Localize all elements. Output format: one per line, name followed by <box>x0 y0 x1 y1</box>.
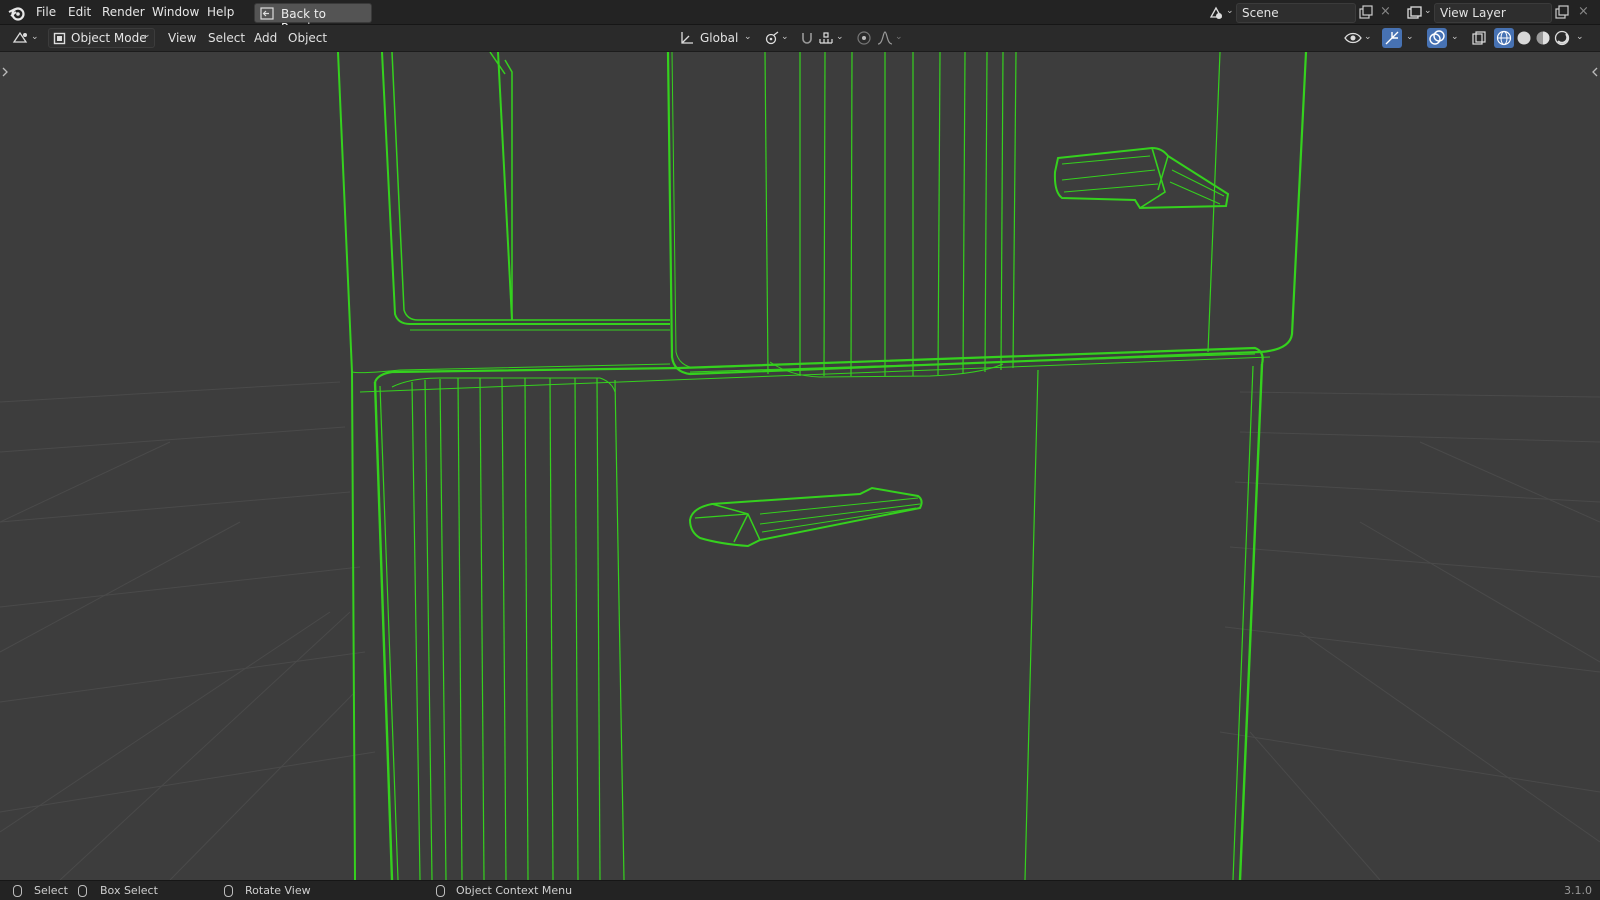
status-bar: Select Box Select Rotate View Object Con… <box>0 880 1600 900</box>
mouse-left-icon <box>13 885 22 897</box>
scene-name-field[interactable]: Scene <box>1236 3 1356 23</box>
gizmo-icon <box>1385 31 1399 45</box>
gizmo-toggle-button[interactable] <box>1382 28 1402 48</box>
remove-scene-icon[interactable]: × <box>1380 4 1391 19</box>
scene-icon[interactable] <box>1208 5 1224 21</box>
fridge-upper-door <box>666 52 1308 378</box>
top-bar: File Edit Render Window Help Back to Pre… <box>0 0 1600 35</box>
object-mode-chevron-icon: ⌄ <box>143 30 151 40</box>
falloff-icon[interactable] <box>877 30 893 46</box>
status-rotate-view-label: Rotate View <box>245 884 311 897</box>
transform-orientation-label[interactable]: Global <box>700 31 738 45</box>
scene-dropdown-chevron-icon[interactable]: ⌄ <box>1226 6 1234 16</box>
back-to-previous-button[interactable]: Back to Previous <box>254 3 372 35</box>
lower-door-handle <box>688 486 923 548</box>
transform-orientation-icon[interactable] <box>679 30 695 46</box>
menu-render[interactable]: Render <box>102 5 145 19</box>
editor-type-chevron-icon[interactable]: ⌄ <box>31 32 39 42</box>
view-layer-name-field[interactable]: View Layer <box>1434 3 1552 23</box>
upper-door-handle <box>1053 146 1230 210</box>
back-icon <box>260 7 274 20</box>
pivot-point-icon[interactable] <box>764 30 780 46</box>
view-layer-icon[interactable] <box>1406 5 1422 21</box>
mouse-left-drag-icon <box>78 885 87 897</box>
shading-wireframe-button[interactable] <box>1494 28 1514 48</box>
object-mode-icon <box>53 32 66 45</box>
header-menu-select[interactable]: Select <box>208 31 245 45</box>
snap-icon[interactable] <box>799 30 815 46</box>
scene-name-label: Scene <box>1242 6 1279 20</box>
visibility-eye-icon[interactable] <box>1344 30 1362 46</box>
toolbar-expand-arrow-icon[interactable] <box>2 67 8 77</box>
object-mode-dropdown[interactable]: Object Mode ⌄ <box>48 28 155 48</box>
overlays-chevron-icon[interactable]: ⌄ <box>1451 32 1459 42</box>
status-context-menu-label: Object Context Menu <box>456 884 573 897</box>
menu-window[interactable]: Window <box>152 5 199 19</box>
shading-chevron-icon[interactable]: ⌄ <box>1576 32 1584 42</box>
viewport-header: ⌄ Object Mode ⌄ View Select Add Object G… <box>0 25 1600 52</box>
shading-material-icon[interactable] <box>1535 30 1551 46</box>
menu-edit[interactable]: Edit <box>68 5 91 19</box>
menu-file[interactable]: File <box>36 5 56 19</box>
wireframe-sphere-icon <box>1496 30 1512 46</box>
shading-rendered-icon[interactable] <box>1554 30 1570 46</box>
version-label: 3.1.0 <box>1564 884 1592 897</box>
fridge-lower-door <box>373 363 1264 880</box>
orientation-chevron-icon[interactable]: ⌄ <box>744 32 752 42</box>
gizmo-chevron-icon[interactable]: ⌄ <box>1406 32 1414 42</box>
view-layer-dropdown-chevron-icon[interactable]: ⌄ <box>1424 6 1432 16</box>
new-scene-icon[interactable] <box>1358 5 1373 20</box>
header-menu-add[interactable]: Add <box>254 31 277 45</box>
blender-logo-icon[interactable] <box>8 4 26 22</box>
grid-floor <box>0 381 1600 880</box>
view-layer-name-label: View Layer <box>1440 6 1506 20</box>
snap-target-icon[interactable] <box>818 30 834 46</box>
3d-viewport[interactable] <box>0 52 1600 880</box>
xray-toggle-icon[interactable] <box>1471 30 1487 46</box>
pivot-chevron-icon[interactable]: ⌄ <box>781 32 789 42</box>
editor-type-icon[interactable] <box>12 30 30 46</box>
shading-solid-icon[interactable] <box>1516 30 1532 46</box>
snap-chevron-icon[interactable]: ⌄ <box>836 32 844 42</box>
header-menu-view[interactable]: View <box>168 31 196 45</box>
mouse-middle-icon <box>224 885 233 897</box>
overlays-toggle-button[interactable] <box>1427 28 1447 48</box>
header-menu-object[interactable]: Object <box>288 31 327 45</box>
falloff-chevron-icon[interactable]: ⌄ <box>895 32 903 42</box>
viewport-canvas[interactable] <box>0 52 1600 880</box>
proportional-editing-icon[interactable] <box>856 30 872 46</box>
visibility-chevron-icon[interactable]: ⌄ <box>1364 32 1372 42</box>
status-box-select-label: Box Select <box>100 884 158 897</box>
menu-help[interactable]: Help <box>207 5 234 19</box>
status-select-label: Select <box>34 884 68 897</box>
new-view-layer-icon[interactable] <box>1554 5 1569 20</box>
sidebar-expand-arrow-icon[interactable] <box>1592 67 1598 77</box>
remove-view-layer-icon[interactable]: × <box>1578 4 1589 19</box>
mouse-right-icon <box>436 885 445 897</box>
overlays-icon <box>1429 30 1445 45</box>
object-mode-label: Object Mode <box>71 31 147 45</box>
